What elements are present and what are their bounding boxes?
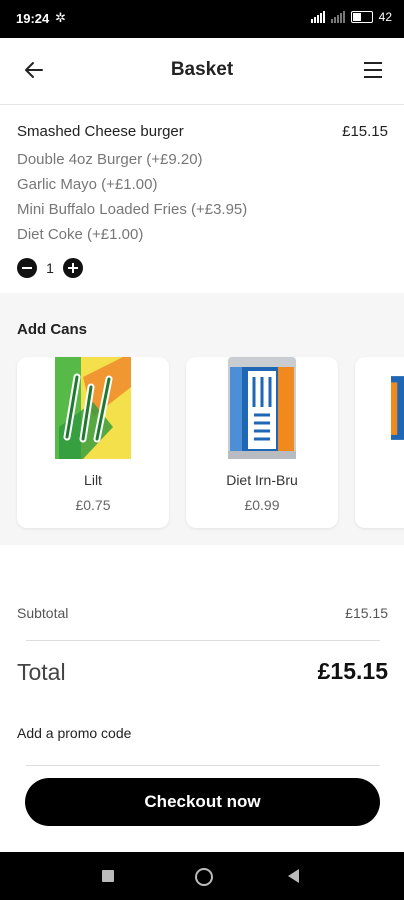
- item-name: Smashed Cheese burger: [17, 123, 184, 140]
- total-value: £15.15: [317, 658, 388, 684]
- add-cans-section: Add Cans Lilt £0.75 Diet Irn-Bru £0.99: [0, 293, 404, 545]
- quantity-value: 1: [46, 260, 54, 276]
- page-title: Basket: [170, 59, 234, 80]
- promo-code-link[interactable]: Add a promo code: [17, 725, 131, 741]
- recent-apps-icon[interactable]: [102, 870, 114, 882]
- product-card-partial[interactable]: [355, 357, 404, 528]
- item-option: Double 4oz Burger (+£9.20): [17, 151, 203, 168]
- item-option: Diet Coke (+£1.00): [17, 226, 144, 243]
- product-name: Lilt: [84, 472, 102, 488]
- item-price: £15.15: [342, 123, 388, 140]
- subtotal-value: £15.15: [345, 605, 388, 621]
- product-card-diet-irn-bru[interactable]: Diet Irn-Bru £0.99: [186, 357, 338, 528]
- increase-quantity-button[interactable]: [63, 258, 83, 278]
- product-card-lilt[interactable]: Lilt £0.75: [17, 357, 169, 528]
- battery-icon: [350, 11, 373, 23]
- status-time: 19:24: [16, 11, 50, 26]
- status-bar: 19:24 ✲ 42: [0, 0, 404, 38]
- quantity-stepper: 1: [17, 258, 83, 278]
- decrease-quantity-button[interactable]: [17, 258, 37, 278]
- battery-level: 42: [378, 10, 392, 24]
- section-title: Add Cans: [17, 321, 88, 338]
- product-price: £0.99: [244, 497, 280, 513]
- signal-icon: [310, 11, 325, 23]
- irn-bru-can-image: [228, 357, 296, 459]
- subtotal-label: Subtotal: [17, 605, 69, 621]
- nfc-icon: ✲: [55, 10, 66, 25]
- signal-icon-2: [330, 11, 345, 23]
- lilt-can-image: [55, 357, 131, 459]
- menu-icon[interactable]: [364, 62, 382, 78]
- total-label: Total: [17, 659, 66, 685]
- system-back-icon[interactable]: [288, 869, 299, 883]
- item-option: Mini Buffalo Loaded Fries (+£3.95): [17, 201, 248, 218]
- order-summary: Subtotal £15.15 Total £15.15 Add a promo…: [0, 545, 404, 852]
- system-nav-bar: [0, 852, 404, 900]
- divider: [26, 765, 380, 766]
- basket-item: Smashed Cheese burger £15.15 Double 4oz …: [0, 105, 404, 293]
- item-option: Garlic Mayo (+£1.00): [17, 176, 158, 193]
- divider: [26, 640, 380, 641]
- checkout-button[interactable]: Checkout now: [25, 778, 380, 826]
- home-icon[interactable]: [195, 868, 213, 886]
- app-header: Basket: [0, 38, 404, 105]
- product-price: £0.75: [75, 497, 111, 513]
- product-name: Diet Irn-Bru: [226, 472, 298, 488]
- status-icons: 42: [310, 10, 392, 24]
- can-image: [391, 376, 404, 440]
